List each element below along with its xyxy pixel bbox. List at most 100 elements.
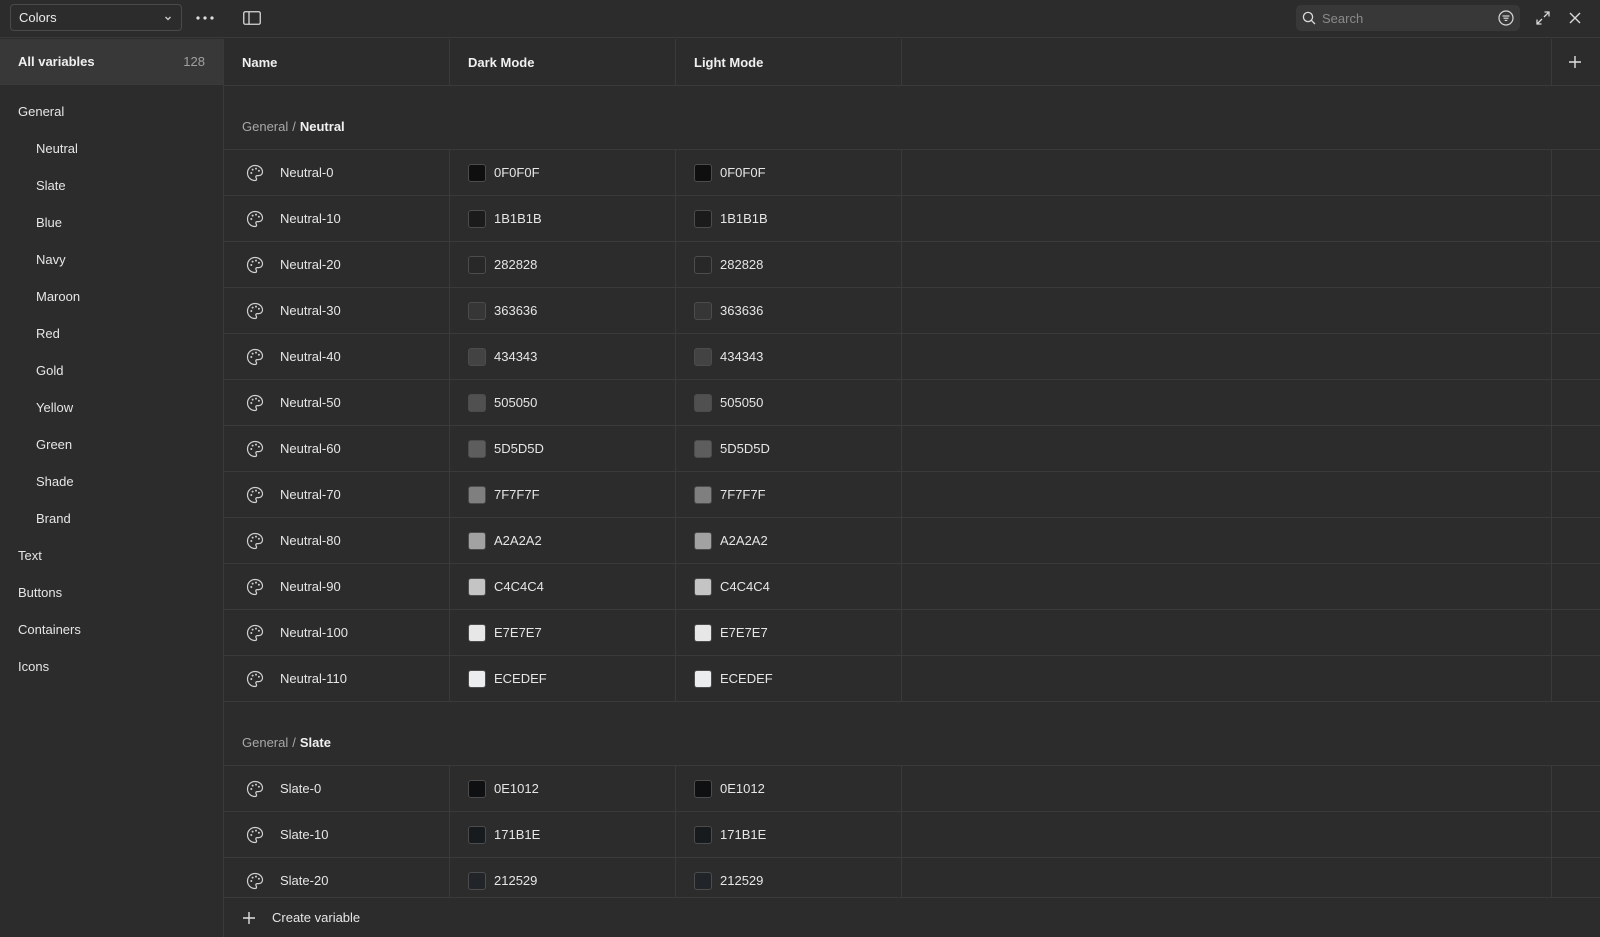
filter-button[interactable]	[1496, 8, 1516, 28]
color-swatch[interactable]	[468, 779, 486, 798]
table-row[interactable]: Neutral-40 434343 434343	[224, 334, 1600, 380]
color-swatch[interactable]	[468, 301, 486, 320]
variable-name-cell[interactable]: Neutral-50	[224, 380, 450, 425]
dark-mode-value-cell[interactable]: ECEDEF	[450, 656, 676, 701]
dark-mode-value-cell[interactable]: 0F0F0F	[450, 150, 676, 195]
color-swatch[interactable]	[694, 669, 712, 688]
table-row[interactable]: Neutral-60 5D5D5D 5D5D5D	[224, 426, 1600, 472]
light-mode-value-cell[interactable]: E7E7E7	[676, 610, 902, 655]
variable-name-cell[interactable]: Neutral-100	[224, 610, 450, 655]
search-input[interactable]	[1322, 10, 1492, 26]
table-row[interactable]: Slate-0 0E1012 0E1012	[224, 766, 1600, 812]
color-swatch[interactable]	[468, 255, 486, 274]
light-mode-value-cell[interactable]: A2A2A2	[676, 518, 902, 563]
light-mode-value-cell[interactable]: 434343	[676, 334, 902, 379]
table-row[interactable]: Neutral-70 7F7F7F 7F7F7F	[224, 472, 1600, 518]
color-swatch[interactable]	[468, 623, 486, 642]
light-mode-value-cell[interactable]: C4C4C4	[676, 564, 902, 609]
sidebar-item-shade[interactable]: Shade	[0, 463, 223, 500]
table-row[interactable]: Neutral-110 ECEDEF ECEDEF	[224, 656, 1600, 702]
color-swatch[interactable]	[694, 871, 712, 890]
dark-mode-value-cell[interactable]: 7F7F7F	[450, 472, 676, 517]
dark-mode-value-cell[interactable]: 363636	[450, 288, 676, 333]
color-swatch[interactable]	[468, 209, 486, 228]
color-swatch[interactable]	[694, 347, 712, 366]
variable-name-cell[interactable]: Neutral-110	[224, 656, 450, 701]
color-swatch[interactable]	[694, 485, 712, 504]
dark-mode-value-cell[interactable]: 282828	[450, 242, 676, 287]
color-swatch[interactable]	[468, 163, 486, 182]
table-row[interactable]: Neutral-90 C4C4C4 C4C4C4	[224, 564, 1600, 610]
table-row[interactable]: Neutral-50 505050 505050	[224, 380, 1600, 426]
variable-name-cell[interactable]: Neutral-10	[224, 196, 450, 241]
dark-mode-value-cell[interactable]: E7E7E7	[450, 610, 676, 655]
variable-name-cell[interactable]: Slate-0	[224, 766, 450, 811]
color-swatch[interactable]	[468, 825, 486, 844]
variable-name-cell[interactable]: Neutral-30	[224, 288, 450, 333]
light-mode-value-cell[interactable]: 1B1B1B	[676, 196, 902, 241]
light-mode-value-cell[interactable]: ECEDEF	[676, 656, 902, 701]
color-swatch[interactable]	[468, 871, 486, 890]
toggle-sidebar-button[interactable]	[240, 7, 264, 29]
sidebar-item-brand[interactable]: Brand	[0, 500, 223, 537]
dark-mode-value-cell[interactable]: 434343	[450, 334, 676, 379]
sidebar-item-gold[interactable]: Gold	[0, 352, 223, 389]
variable-name-cell[interactable]: Neutral-0	[224, 150, 450, 195]
color-swatch[interactable]	[694, 623, 712, 642]
color-swatch[interactable]	[694, 393, 712, 412]
table-row[interactable]: Neutral-100 E7E7E7 E7E7E7	[224, 610, 1600, 656]
sidebar-item-maroon[interactable]: Maroon	[0, 278, 223, 315]
table-row[interactable]: Neutral-20 282828 282828	[224, 242, 1600, 288]
color-swatch[interactable]	[468, 577, 486, 596]
light-mode-value-cell[interactable]: 505050	[676, 380, 902, 425]
variable-name-cell[interactable]: Slate-10	[224, 812, 450, 857]
sidebar-item-blue[interactable]: Blue	[0, 204, 223, 241]
light-mode-value-cell[interactable]: 171B1E	[676, 812, 902, 857]
sidebar-item-text[interactable]: Text	[0, 537, 223, 574]
create-variable-button[interactable]: Create variable	[224, 897, 1600, 937]
light-mode-value-cell[interactable]: 212529	[676, 858, 902, 897]
dark-mode-value-cell[interactable]: 5D5D5D	[450, 426, 676, 471]
sidebar-item-red[interactable]: Red	[0, 315, 223, 352]
light-mode-value-cell[interactable]: 363636	[676, 288, 902, 333]
dark-mode-value-cell[interactable]: A2A2A2	[450, 518, 676, 563]
column-header-name[interactable]: Name	[224, 39, 450, 85]
dark-mode-value-cell[interactable]: 1B1B1B	[450, 196, 676, 241]
table-row[interactable]: Slate-20 212529 212529	[224, 858, 1600, 897]
table-row[interactable]: Neutral-0 0F0F0F 0F0F0F	[224, 150, 1600, 196]
dark-mode-value-cell[interactable]: 171B1E	[450, 812, 676, 857]
variable-name-cell[interactable]: Neutral-60	[224, 426, 450, 471]
more-options-button[interactable]	[192, 7, 218, 29]
table-row[interactable]: Neutral-80 A2A2A2 A2A2A2	[224, 518, 1600, 564]
column-header-dark-mode[interactable]: Dark Mode	[450, 39, 676, 85]
variable-name-cell[interactable]: Neutral-90	[224, 564, 450, 609]
sidebar-item-general[interactable]: General	[0, 93, 223, 130]
column-header-light-mode[interactable]: Light Mode	[676, 39, 902, 85]
color-swatch[interactable]	[694, 577, 712, 596]
color-swatch[interactable]	[468, 393, 486, 412]
sidebar-item-buttons[interactable]: Buttons	[0, 574, 223, 611]
close-button[interactable]	[1564, 7, 1586, 29]
add-mode-button[interactable]	[1552, 39, 1598, 85]
color-swatch[interactable]	[694, 531, 712, 550]
table-row[interactable]: Slate-10 171B1E 171B1E	[224, 812, 1600, 858]
color-swatch[interactable]	[694, 439, 712, 458]
light-mode-value-cell[interactable]: 282828	[676, 242, 902, 287]
light-mode-value-cell[interactable]: 0F0F0F	[676, 150, 902, 195]
expand-button[interactable]	[1532, 7, 1554, 29]
table-row[interactable]: Neutral-10 1B1B1B 1B1B1B	[224, 196, 1600, 242]
color-swatch[interactable]	[694, 163, 712, 182]
sidebar-item-containers[interactable]: Containers	[0, 611, 223, 648]
variable-name-cell[interactable]: Neutral-70	[224, 472, 450, 517]
dark-mode-value-cell[interactable]: 505050	[450, 380, 676, 425]
sidebar-item-neutral[interactable]: Neutral	[0, 130, 223, 167]
color-swatch[interactable]	[468, 439, 486, 458]
variable-name-cell[interactable]: Neutral-20	[224, 242, 450, 287]
light-mode-value-cell[interactable]: 5D5D5D	[676, 426, 902, 471]
color-swatch[interactable]	[694, 779, 712, 798]
color-swatch[interactable]	[694, 301, 712, 320]
all-variables-item[interactable]: All variables 128	[0, 39, 223, 85]
sidebar-item-navy[interactable]: Navy	[0, 241, 223, 278]
light-mode-value-cell[interactable]: 0E1012	[676, 766, 902, 811]
color-swatch[interactable]	[468, 485, 486, 504]
